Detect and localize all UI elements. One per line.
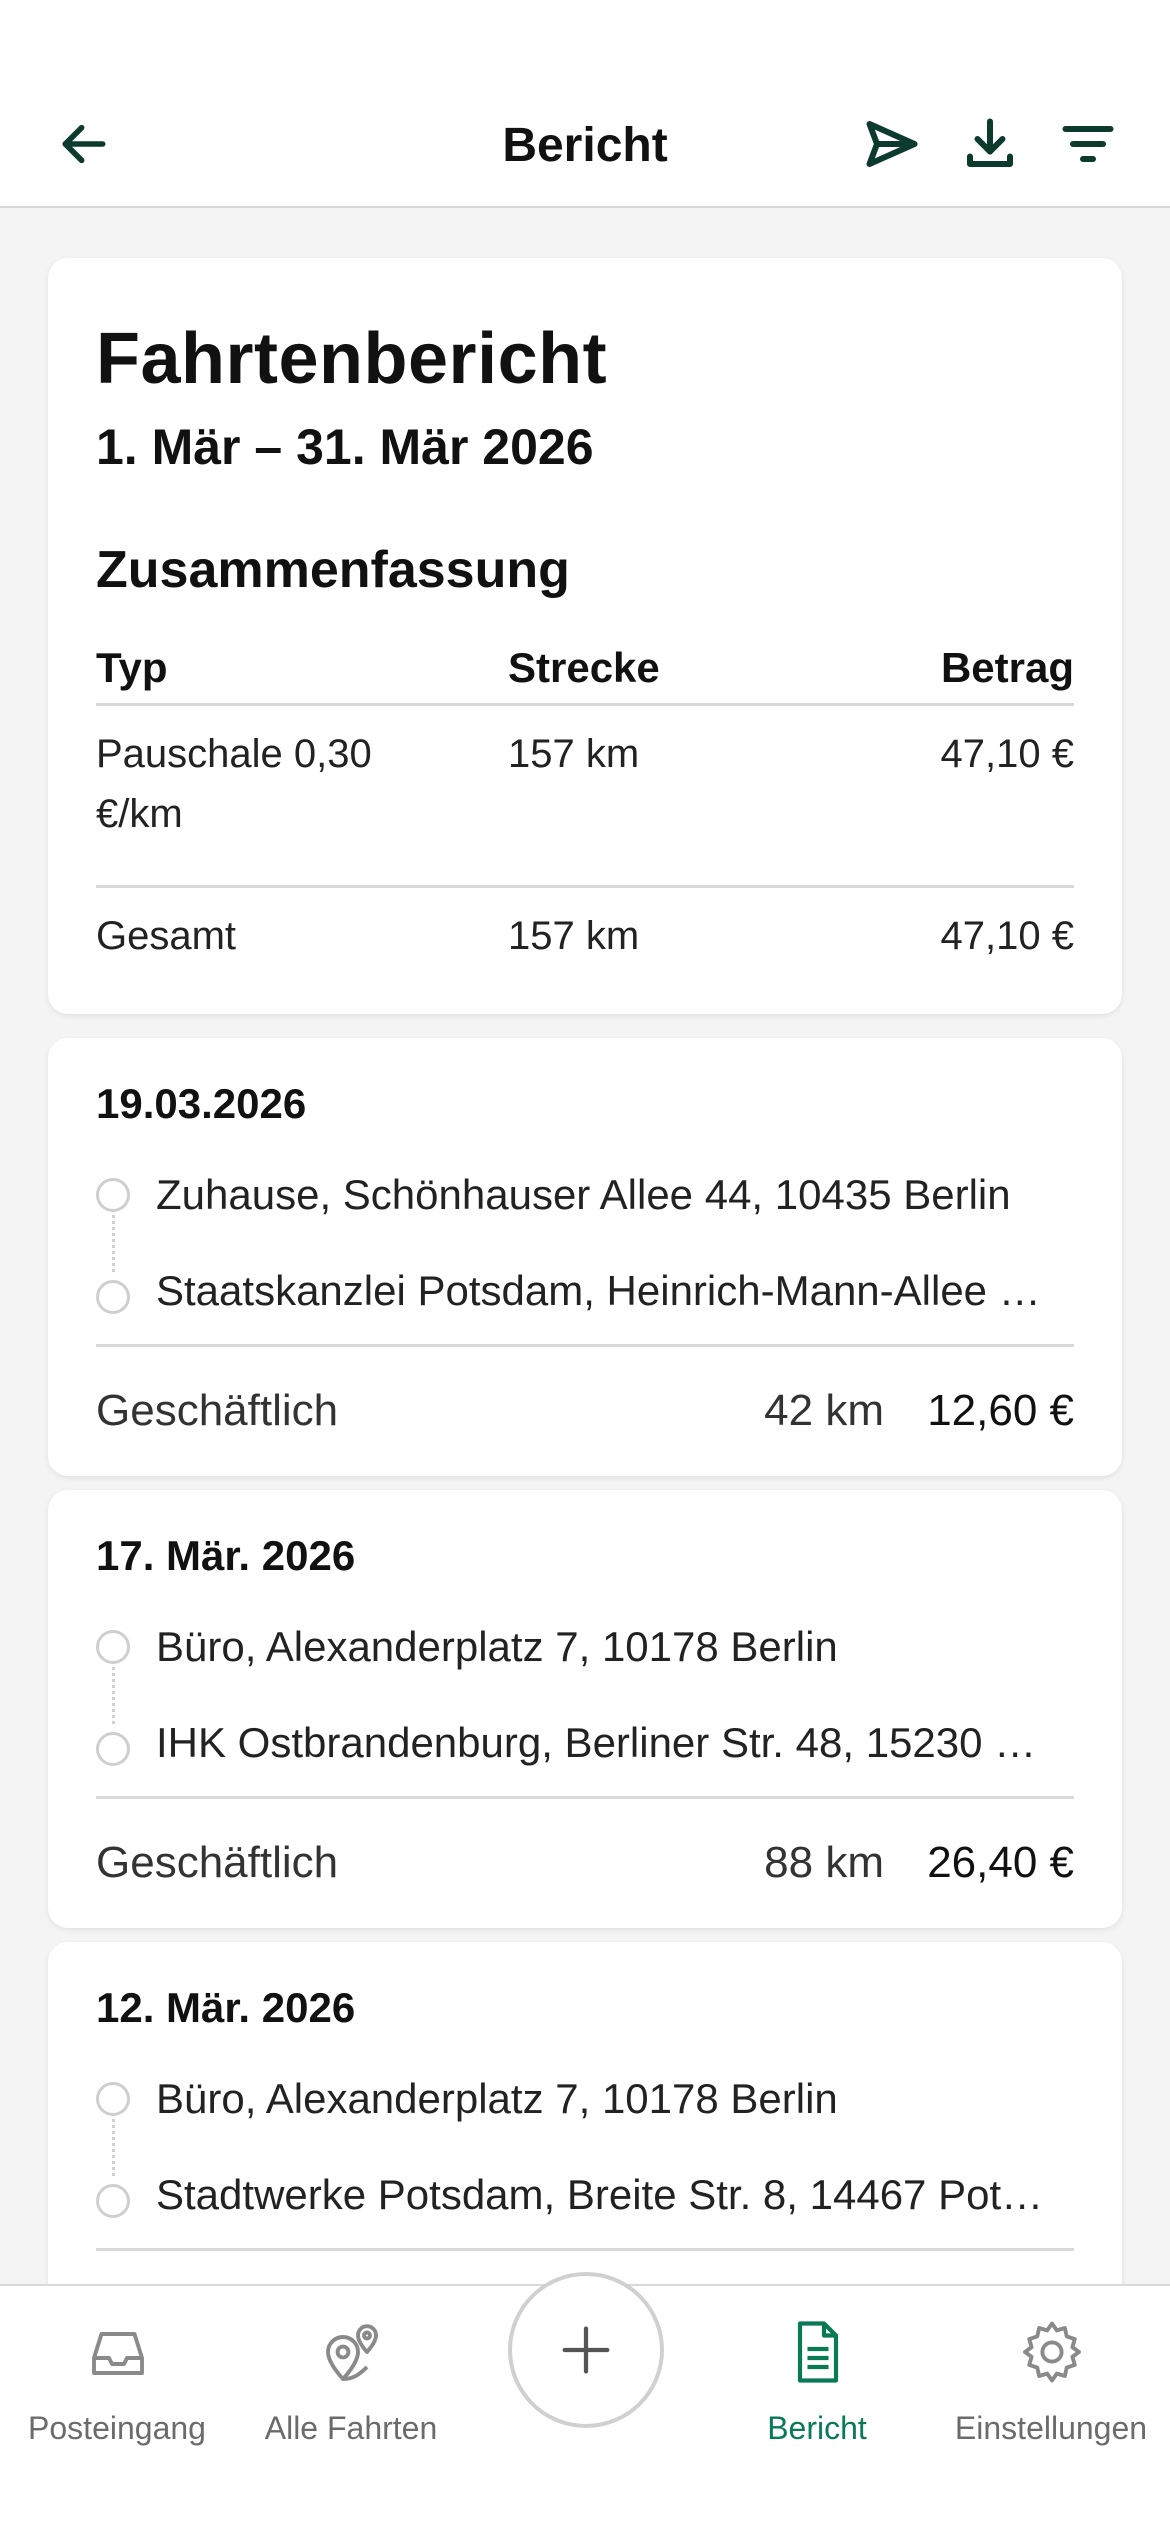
origin-address: Büro, Alexanderplatz 7, 10178 Berlin [156,1623,838,1670]
origin-address: Büro, Alexanderplatz 7, 10178 Berlin [156,2075,838,2122]
origin-dot-icon [96,2082,130,2116]
origin-address: Zuhause, Schönhauser Allee 44, 10435 Ber… [156,1171,1011,1218]
destination-address: IHK Ostbrandenburg, Berliner Str. 48, 15… [156,1719,1037,1766]
summary-heading: Zusammenfassung [96,541,570,599]
send-icon [866,121,918,167]
trip-destination: Stadtwerke Potsdam, Breite Str. 8, 14467… [96,2162,1076,2232]
divider [96,2248,1074,2251]
tab-report[interactable]: Bericht [702,2306,932,2486]
trip-date: 17. Mär. 2026 [96,1532,356,1579]
row-distance: 157 km [508,914,640,958]
download-button[interactable] [954,108,1026,180]
row-type: Pauschale 0,30 €/km [96,732,372,836]
send-button[interactable] [856,108,928,180]
trip-footer: Geschäftlich 42 km 12,60 € [96,1376,1074,1446]
map-pins-icon [326,2324,378,2381]
trip-date: 19.03.2026 [96,1080,307,1127]
bottom-tab-bar: Posteingang Alle Fahrten Bericht Einstel… [0,2272,1170,2532]
summary-table-header: Typ Strecke Betrag [96,630,1074,706]
trip-category: Geschäftlich [96,1838,339,1887]
destination-address: Staatskanzlei Potsdam, Heinrich-Mann-All… [156,1267,1041,1314]
col-amount: Betrag [940,644,1074,691]
filter-icon [1062,126,1114,162]
gear-icon [1023,2321,1081,2383]
row-amount: 47,10 € [940,914,1074,958]
app-header: Bericht [0,0,1170,208]
trip-amount: 12,60 € [927,1386,1074,1435]
origin-dot-icon [96,1630,130,1664]
row-amount: 47,10 € [940,732,1074,776]
tab-settings[interactable]: Einstellungen [936,2306,1166,2486]
tab-label: Posteingang [28,2410,206,2446]
trip-card[interactable]: 19.03.2026 Zuhause, Schönhauser Allee 44… [48,1038,1122,1476]
download-icon [967,118,1013,167]
destination-dot-icon [96,1280,130,1314]
destination-dot-icon [96,2184,130,2218]
trip-card[interactable]: 12. Mär. 2026 Büro, Alexanderplatz 7, 10… [48,1942,1122,2284]
trip-category: Geschäftlich [96,1386,339,1435]
report-period: 1. Mär – 31. Mär 2026 [96,419,594,475]
trip-origin: Büro, Alexanderplatz 7, 10178 Berlin [96,2066,1076,2136]
filter-button[interactable] [1052,108,1124,180]
report-title: Fahrtenbericht [96,319,608,399]
origin-dot-icon [96,1178,130,1212]
trip-origin: Zuhause, Schönhauser Allee 44, 10435 Ber… [96,1162,1076,1232]
table-row-total: Gesamt 157 km 47,10 € [96,906,1074,986]
tab-inbox[interactable]: Posteingang [2,2306,232,2486]
trip-origin: Büro, Alexanderplatz 7, 10178 Berlin [96,1614,1076,1684]
tab-all-trips[interactable]: Alle Fahrten [236,2306,466,2486]
trip-date: 12. Mär. 2026 [96,1984,356,2031]
document-icon [797,2321,839,2383]
report-summary-card: Fahrtenbericht 1. Mär – 31. Mär 2026 Zus… [48,258,1122,1014]
divider [96,1796,1074,1799]
tab-label: Alle Fahrten [264,2410,438,2446]
trip-footer: Geschäftlich 88 km 26,40 € [96,1828,1074,1898]
trip-distance: 88 km [764,1838,884,1887]
trip-destination: Staatskanzlei Potsdam, Heinrich-Mann-All… [96,1258,1076,1328]
plus-icon [562,2326,610,2374]
trip-distance: 42 km [764,1386,884,1435]
destination-address: Stadtwerke Potsdam, Breite Str. 8, 14467… [156,2171,1044,2218]
inbox-icon [92,2332,144,2375]
add-trip-button[interactable] [508,2272,664,2428]
destination-dot-icon [96,1732,130,1766]
row-distance: 157 km [508,732,640,776]
tab-label: Bericht [767,2410,867,2446]
row-type: Gesamt [96,914,237,958]
trip-destination: IHK Ostbrandenburg, Berliner Str. 48, 15… [96,1710,1076,1780]
tab-label: Einstellungen [954,2410,1148,2446]
report-content[interactable]: Fahrtenbericht 1. Mär – 31. Mär 2026 Zus… [0,210,1170,2284]
table-row: Pauschale 0,30 €/km 157 km 47,10 € [96,724,1074,888]
col-type: Typ [96,644,168,691]
divider [96,1344,1074,1347]
col-distance: Strecke [508,644,660,691]
trip-amount: 26,40 € [927,1838,1074,1887]
trip-card[interactable]: 17. Mär. 2026 Büro, Alexanderplatz 7, 10… [48,1490,1122,1928]
